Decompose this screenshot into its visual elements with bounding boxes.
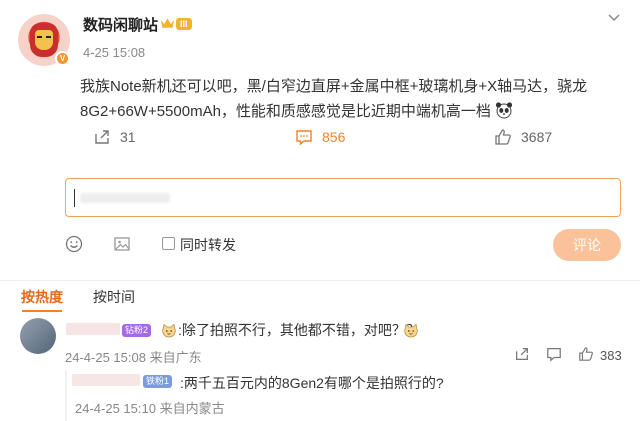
vip-level-badge: III [176,18,192,30]
also-repost-checkbox[interactable] [162,237,175,250]
tab-sort-by-hot[interactable]: 按热度 [21,287,63,307]
post-timestamp[interactable]: 4-25 15:08 [83,45,145,60]
thumbs-up-icon[interactable] [578,346,594,362]
reply-text: :两千五百元内的8Gen2有哪个是拍照行的? [180,375,444,391]
fan-level-badge: 铁粉1 [143,375,173,388]
submit-comment-button[interactable]: 评论 [553,229,621,261]
commenter-name-redacted[interactable] [66,323,120,335]
tab-sort-by-time[interactable]: 按时间 [93,287,135,307]
comment-input[interactable] [65,178,621,217]
reply-meta: 24-4-25 15:10 来自内蒙古 [75,401,225,416]
avatar-faceplate [35,30,53,50]
comment-button[interactable]: 856 [295,126,345,148]
emoji-smile-icon[interactable] [65,235,83,253]
crown-icon [160,18,175,28]
panda-emoji-icon [496,102,513,119]
like-button[interactable]: 3687 [494,126,552,148]
comment-meta: 24-4-25 15:08 来自广东 [65,350,202,365]
comment-text: :除了拍照不行，其他都不错，对吧？？ [178,322,420,338]
active-tab-indicator [22,310,62,312]
repost-icon[interactable] [514,346,530,362]
avatar-eye-right [46,36,51,38]
fan-level-badge: 钻粉2 [122,324,152,337]
comment-count: 856 [322,129,346,145]
image-icon[interactable] [113,235,131,253]
author-name[interactable]: 数码闲聊站 [83,14,158,35]
chevron-down-icon[interactable] [607,10,621,24]
verified-badge-icon: V [55,51,70,66]
cat-emoji-icon [404,323,418,338]
thumbs-up-icon [495,129,511,145]
repost-button[interactable]: 31 [93,126,136,148]
avatar-eye-left [37,36,42,38]
comment-body: :除了拍照不行，其他都不错，对吧？？ [178,320,420,340]
repost-icon [95,130,109,144]
blurred-draft-text [80,193,170,203]
like-count: 3687 [521,129,553,145]
cat-emoji-icon [162,323,176,338]
comment-icon [296,130,312,146]
comment-like-count: 383 [600,348,622,363]
text-caret [74,189,75,207]
post-body: 我族Note新机还可以吧，黑/白窄边直屏+金属中框+玻璃机身+X轴马达，骁龙8G… [80,74,625,124]
commenter-avatar[interactable] [20,318,56,354]
replier-name-redacted[interactable] [72,374,140,386]
section-divider [0,280,640,281]
also-repost-label[interactable]: 同时转发 [180,235,236,255]
repost-count: 31 [120,129,136,145]
comment-icon[interactable] [546,346,562,362]
